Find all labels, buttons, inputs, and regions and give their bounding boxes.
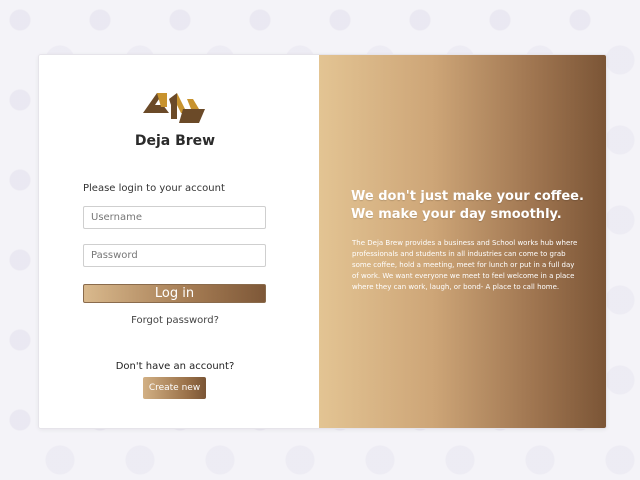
promo-panel: We don't just make your coffee. We make … bbox=[319, 55, 606, 428]
promo-body: The Deja Brew provides a business and Sc… bbox=[352, 239, 578, 291]
login-card: Deja Brew Please login to your account L… bbox=[38, 54, 607, 429]
login-panel: Deja Brew Please login to your account L… bbox=[39, 55, 319, 428]
create-new-button[interactable]: Create new bbox=[143, 377, 206, 399]
login-button[interactable]: Log in bbox=[83, 284, 266, 303]
promo-headline: We don't just make your coffee. We make … bbox=[351, 188, 591, 224]
forgot-password-link[interactable]: Forgot password? bbox=[39, 315, 311, 326]
deja-brew-logo-icon bbox=[143, 93, 205, 123]
no-account-text: Don't have an account? bbox=[115, 361, 235, 372]
login-prompt: Please login to your account bbox=[83, 183, 225, 194]
brand-name: Deja Brew bbox=[134, 133, 216, 149]
promo-headline-line1: We don't just make your coffee. bbox=[351, 189, 584, 204]
username-input[interactable] bbox=[83, 206, 266, 229]
password-input[interactable] bbox=[83, 244, 266, 267]
promo-headline-line2: We make your day smoothly. bbox=[351, 207, 562, 222]
